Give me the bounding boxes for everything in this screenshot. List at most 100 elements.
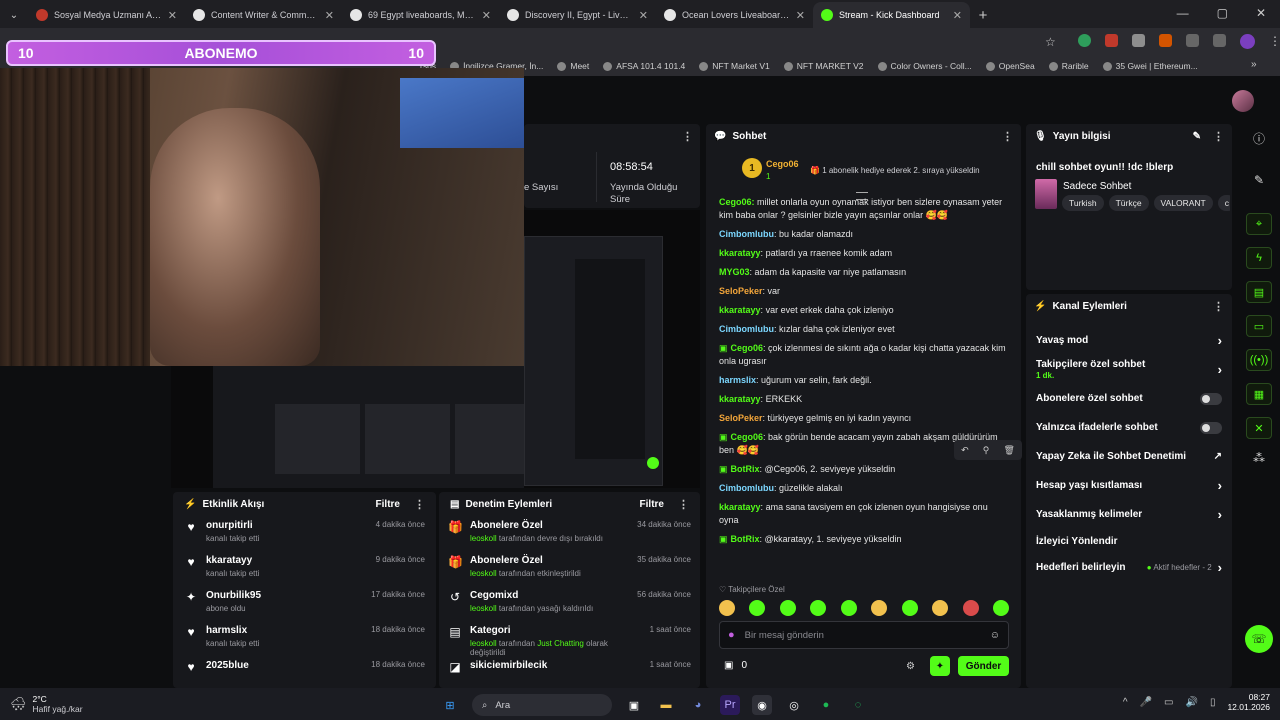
chrome-icon[interactable]: ◉ <box>752 695 772 715</box>
gifter-name[interactable]: Cego06 <box>766 159 799 169</box>
moderator-name[interactable]: leoskoll <box>470 569 497 578</box>
browser-tab[interactable]: 69 Egypt liveaboards, May 2026 ✕ <box>342 2 499 28</box>
bookmark-item[interactable]: OpenSea <box>985 61 1035 71</box>
puzzle-icon[interactable] <box>1186 34 1199 47</box>
chat-username[interactable]: Cimbomlubu <box>719 229 774 239</box>
subs-chat-toggle[interactable] <box>1200 392 1222 405</box>
moderation-menu-icon[interactable]: ⋮ <box>678 498 689 511</box>
premiere-icon[interactable]: Pr <box>720 695 740 715</box>
slow-mode-row[interactable]: Yavaş mod › <box>1026 326 1232 355</box>
extension-icon[interactable] <box>1132 34 1145 47</box>
volume-icon[interactable]: 🔊 <box>1185 697 1197 708</box>
chat-username[interactable]: harmslix <box>719 375 756 385</box>
browser-tab[interactable]: Discovery II, Egypt - LiveAboard ✕ <box>499 2 656 28</box>
obs-icon[interactable]: ◎ <box>784 695 804 715</box>
weather-widget[interactable]: 🌨 2°C Hafif yağ./kar <box>0 694 200 714</box>
channel-actions-menu-icon[interactable]: ⋮ <box>1213 300 1224 313</box>
moderator-name[interactable]: leoskoll <box>470 604 497 613</box>
channel-points[interactable]: ▣ 0 <box>724 660 747 671</box>
tab-close-icon[interactable]: ✕ <box>796 9 805 22</box>
wrench-icon[interactable]: ✕ <box>1246 417 1272 439</box>
reply-icon[interactable]: ↶ <box>961 445 969 456</box>
pencil-icon[interactable]: ✎ <box>1254 173 1264 187</box>
chat-settings-icon[interactable]: ⚙ <box>906 661 915 672</box>
followers-chat-row[interactable]: Takipçilere özel sohbet 1 dk. › <box>1026 355 1232 384</box>
media-icon[interactable] <box>1213 34 1226 47</box>
emote-icon[interactable] <box>992 600 1009 616</box>
tab-close-icon[interactable]: ✕ <box>482 9 491 22</box>
chat-username[interactable]: SeloPeker <box>719 286 763 296</box>
moderation-filter-button[interactable]: Filtre <box>640 499 664 510</box>
bookmark-star-icon[interactable]: ☆ <box>1045 35 1056 49</box>
battery-icon[interactable]: ▯ <box>1210 697 1216 708</box>
emote-icon[interactable] <box>901 600 918 616</box>
browser-tab[interactable]: Content Writer & Community M ✕ <box>185 2 342 28</box>
discord-icon[interactable]: ◕ <box>688 695 708 715</box>
lightning-icon[interactable]: ϟ <box>1246 247 1272 269</box>
info-icon[interactable]: ⓘ <box>1253 130 1265 147</box>
chat-icon[interactable]: ▭ <box>1246 315 1272 337</box>
support-icon[interactable]: ☏ <box>1245 625 1273 653</box>
minimize-icon[interactable]: — <box>1177 6 1189 20</box>
clock[interactable]: 08:27 12.01.2026 <box>1227 692 1270 712</box>
emote-icon[interactable] <box>810 600 827 616</box>
browser-tab[interactable]: Sosyal Medya Uzmanı Aranıyor ✕ <box>28 2 185 28</box>
bookmark-item[interactable]: Meet <box>557 61 589 71</box>
goals-row[interactable]: Hedefleri belirleyin ● Aktif hedefler - 2… <box>1026 553 1232 582</box>
send-button[interactable]: Gönder <box>958 656 1009 676</box>
tab-close-icon[interactable]: ✕ <box>953 9 962 22</box>
emote-icon[interactable] <box>749 600 766 616</box>
layout-icon[interactable]: ▦ <box>1246 383 1272 405</box>
emote-icon[interactable] <box>840 600 857 616</box>
list-icon[interactable]: ▤ <box>1246 281 1272 303</box>
file-explorer-icon[interactable]: ▬ <box>656 695 676 715</box>
browser-tab[interactable]: Ocean Lovers Liveaboard, Egypt ✕ <box>656 2 813 28</box>
broadcast-icon[interactable]: ((•)) <box>1246 349 1272 371</box>
mic-tray-icon[interactable]: 🎤 <box>1140 697 1152 708</box>
delete-icon[interactable]: 🗑 <box>1003 445 1014 456</box>
chat-username[interactable]: kkaratayy <box>719 248 761 258</box>
whatsapp-icon[interactable]: ◌ <box>848 695 868 715</box>
tab-search-icon[interactable]: ⌄ <box>0 2 28 28</box>
close-icon[interactable]: ✕ <box>1256 6 1266 20</box>
extension-icon[interactable] <box>1105 34 1118 47</box>
tab-close-icon[interactable]: ✕ <box>168 9 177 22</box>
tab-close-icon[interactable]: ✕ <box>639 9 648 22</box>
windows-start-icon[interactable]: ⊞ <box>440 695 460 715</box>
stream-tag[interactable]: Türkçe <box>1108 195 1149 211</box>
taskbar-search[interactable]: ⌕ Ara <box>472 694 612 716</box>
chat-username[interactable]: kkaratayy <box>719 394 761 404</box>
stream-info-menu-icon[interactable]: ⋮ <box>1213 130 1224 143</box>
chat-username[interactable]: Cego06 <box>731 343 764 353</box>
bookmark-item[interactable]: NFT Market V1 <box>699 61 770 71</box>
botrix-icon[interactable]: ✦ <box>930 656 950 676</box>
stream-tag[interactable]: c <box>1217 195 1230 211</box>
maximize-icon[interactable]: ▢ <box>1217 6 1228 20</box>
activity-filter-button[interactable]: Filtre <box>376 499 400 510</box>
chat-input[interactable]: ● Bir mesaj gönderin ☺ <box>719 621 1009 649</box>
bookmark-item[interactable]: Rarible <box>1048 61 1089 71</box>
moderation-item[interactable]: ▤ Kategori leoskoll tarafından Just Chatti… <box>448 621 691 657</box>
moderation-item[interactable]: ↺ Cegomixd leoskoll tarafından yasağı kald… <box>448 586 691 621</box>
account-age-row[interactable]: Hesap yaşı kısıtlaması › <box>1026 471 1232 500</box>
chat-username[interactable]: SeloPeker <box>719 413 763 423</box>
redirect-row[interactable]: İzleyici Yönlendir <box>1026 529 1232 553</box>
moderator-name[interactable]: leoskoll <box>470 639 497 648</box>
display-icon[interactable]: ▭ <box>1164 697 1173 708</box>
emote-icon[interactable] <box>779 600 796 616</box>
emote-picker-icon[interactable]: ● <box>728 629 735 641</box>
extension-icon[interactable] <box>1078 34 1091 47</box>
chat-username[interactable]: MYG03 <box>719 267 750 277</box>
profile-avatar[interactable] <box>1240 34 1255 49</box>
emote-icon[interactable] <box>871 600 888 616</box>
activity-menu-icon[interactable]: ⋮ <box>414 498 425 511</box>
chat-username[interactable]: kkaratayy <box>719 502 761 512</box>
chat-username[interactable]: Cimbomlubu <box>719 483 774 493</box>
spotify-icon[interactable]: ● <box>816 695 836 715</box>
bookmark-item[interactable]: Color Owners - Coll... <box>877 61 972 71</box>
apps-icon[interactable]: ⁂ <box>1253 451 1265 465</box>
activity-item[interactable]: ♥ kkaratayy kanalı takip etti 9 dakika önce <box>184 551 425 586</box>
tab-close-icon[interactable]: ✕ <box>325 9 334 22</box>
stats-menu-icon[interactable]: ⋮ <box>682 130 693 143</box>
emotes-chat-toggle[interactable] <box>1200 421 1222 434</box>
